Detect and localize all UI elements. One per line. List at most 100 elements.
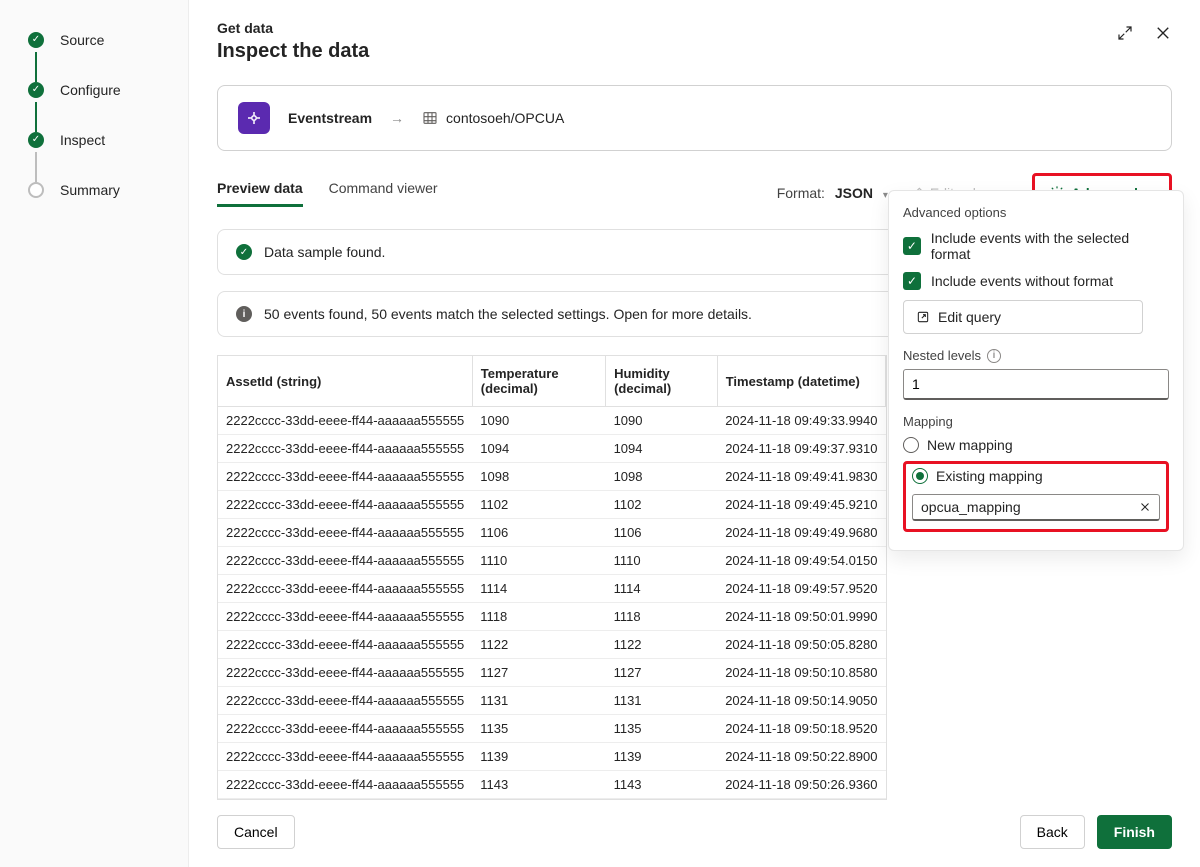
arrow-right-icon: → (390, 110, 404, 126)
column-header[interactable]: Temperature (decimal) (472, 356, 605, 407)
radio-label: New mapping (927, 437, 1013, 453)
table-cell: 1094 (472, 435, 605, 463)
tab-preview-data[interactable]: Preview data (217, 180, 303, 207)
step-label: Configure (60, 82, 121, 98)
target-name: contosoeh/OPCUA (422, 110, 564, 126)
details-text: 50 events found, 50 events match the sel… (264, 306, 752, 322)
finish-button[interactable]: Finish (1097, 815, 1172, 849)
column-header[interactable]: Humidity (decimal) (606, 356, 718, 407)
checkbox-checked-icon: ✓ (903, 237, 921, 255)
table-row[interactable]: 2222cccc-33dd-eeee-ff44-aaaaaa5555551118… (218, 603, 886, 631)
format-selector[interactable]: Format: JSON ▾ (777, 185, 888, 201)
tab-command-viewer[interactable]: Command viewer (329, 180, 438, 207)
data-table: AssetId (string)Temperature (decimal)Hum… (217, 355, 887, 800)
table-cell: 2024-11-18 09:49:37.9310 (717, 435, 885, 463)
step-source[interactable]: ✓ Source (28, 32, 176, 48)
advanced-panel: Advanced options ✓ Include events with t… (888, 190, 1184, 551)
table-cell: 2024-11-18 09:49:45.9210 (717, 491, 885, 519)
table-row[interactable]: 2222cccc-33dd-eeee-ff44-aaaaaa5555551122… (218, 631, 886, 659)
table-cell: 2024-11-18 09:50:14.9050 (717, 687, 885, 715)
status-text: Data sample found. (264, 244, 385, 260)
table-cell: 2024-11-18 09:50:05.8280 (717, 631, 885, 659)
table-cell: 2222cccc-33dd-eeee-ff44-aaaaaa555555 (218, 491, 472, 519)
table-cell: 2024-11-18 09:50:10.8580 (717, 659, 885, 687)
circle-icon (28, 182, 44, 198)
table-row[interactable]: 2222cccc-33dd-eeee-ff44-aaaaaa5555551102… (218, 491, 886, 519)
nested-levels-input[interactable] (903, 369, 1169, 400)
main: Get data Inspect the data Eventstream → … (188, 0, 1200, 867)
edit-query-button[interactable]: Edit query (903, 300, 1143, 334)
table-cell: 2024-11-18 09:50:01.9990 (717, 603, 885, 631)
step-label: Inspect (60, 132, 105, 148)
radio-unselected-icon (903, 437, 919, 453)
close-icon[interactable] (1154, 24, 1172, 42)
table-cell: 2222cccc-33dd-eeee-ff44-aaaaaa555555 (218, 463, 472, 491)
table-cell: 1090 (472, 407, 605, 435)
table-cell: 2024-11-18 09:49:54.0150 (717, 547, 885, 575)
table-cell: 1114 (472, 575, 605, 603)
advanced-options-heading: Advanced options (903, 205, 1169, 220)
table-row[interactable]: 2222cccc-33dd-eeee-ff44-aaaaaa5555551114… (218, 575, 886, 603)
clear-icon[interactable] (1139, 501, 1151, 513)
format-label: Format: (777, 185, 825, 201)
table-cell: 2222cccc-33dd-eeee-ff44-aaaaaa555555 (218, 659, 472, 687)
edit-query-label: Edit query (938, 309, 1001, 325)
sidebar: ✓ Source ✓ Configure ✓ Inspect Summary (0, 0, 188, 867)
cancel-button[interactable]: Cancel (217, 815, 295, 849)
table-cell: 2024-11-18 09:50:22.8900 (717, 743, 885, 771)
step-summary[interactable]: Summary (28, 182, 176, 198)
table-row[interactable]: 2222cccc-33dd-eeee-ff44-aaaaaa555555 1139… (218, 743, 886, 771)
expand-icon[interactable] (1116, 24, 1134, 42)
table-cell: 2222cccc-33dd-eeee-ff44-aaaaaa555555 (218, 743, 472, 771)
column-header[interactable]: Timestamp (datetime) (717, 356, 885, 407)
mapping-name-input[interactable]: opcua_mapping (912, 494, 1160, 521)
table-row[interactable]: 2222cccc-33dd-eeee-ff44-aaaaaa5555551131… (218, 687, 886, 715)
table-cell: 1122 (606, 631, 718, 659)
step-configure[interactable]: ✓ Configure (28, 82, 176, 98)
back-button[interactable]: Back (1020, 815, 1085, 849)
mapping-name-value: opcua_mapping (921, 499, 1021, 515)
check-icon: ✓ (28, 82, 44, 98)
table-cell: 1131 (606, 687, 718, 715)
source-card: Eventstream → contosoeh/OPCUA (217, 85, 1172, 151)
table-cell: 1127 (606, 659, 718, 687)
eventstream-icon (238, 102, 270, 134)
table-cell: 2024-11-18 09:49:41.9830 (717, 463, 885, 491)
open-external-icon (916, 310, 930, 324)
column-header[interactable]: AssetId (string) (218, 356, 472, 407)
step-label: Summary (60, 182, 120, 198)
step-inspect[interactable]: ✓ Inspect (28, 132, 176, 148)
table-cell: 2222cccc-33dd-eeee-ff44-aaaaaa555555 (218, 519, 472, 547)
table-row[interactable]: 2222cccc-33dd-eeee-ff44-aaaaaa5555551094… (218, 435, 886, 463)
table-cell: 1110 (606, 547, 718, 575)
table-cell: 2222cccc-33dd-eeee-ff44-aaaaaa555555 (218, 603, 472, 631)
table-row[interactable]: 2222cccc-33dd-eeee-ff44-aaaaaa5555551135… (218, 715, 886, 743)
table-row[interactable]: 2222cccc-33dd-eeee-ff44-aaaaaa5555551143… (218, 771, 886, 799)
table-cell: 1127 (472, 659, 605, 687)
table-cell: 1102 (472, 491, 605, 519)
page-title: Inspect the data (217, 40, 369, 63)
table-cell: 2024-11-18 09:49:49.9680 (717, 519, 885, 547)
radio-new-mapping[interactable]: New mapping (903, 437, 1169, 453)
table-row[interactable]: 2222cccc-33dd-eeee-ff44-aaaaaa5555551127… (218, 659, 886, 687)
table-cell: 1098 (606, 463, 718, 491)
table-row[interactable]: 2222cccc-33dd-eeee-ff44-aaaaaa5555551090… (218, 407, 886, 435)
table-cell: 1122 (472, 631, 605, 659)
table-row[interactable]: 2222cccc-33dd-eeee-ff44-aaaaaa5555551110… (218, 547, 886, 575)
check-icon: ✓ (28, 132, 44, 148)
table-row[interactable]: 2222cccc-33dd-eeee-ff44-aaaaaa5555551106… (218, 519, 886, 547)
check-circle-icon: ✓ (236, 244, 252, 260)
radio-existing-mapping[interactable]: Existing mapping (912, 468, 1160, 484)
checkbox-include-with-format[interactable]: ✓ Include events with the selected forma… (903, 230, 1169, 262)
table-cell: 2024-11-18 09:49:33.9940 (717, 407, 885, 435)
info-icon[interactable]: i (987, 349, 1001, 363)
table-cell: 2222cccc-33dd-eeee-ff44-aaaaaa555555 (218, 771, 472, 799)
table-row[interactable]: 2222cccc-33dd-eeee-ff44-aaaaaa555555 1098… (218, 463, 886, 491)
table-cell: 1139 (606, 743, 718, 771)
nested-levels-label: Nested levels (903, 348, 981, 363)
table-cell: 2024-11-18 09:50:18.9520 (717, 715, 885, 743)
table-cell: 1118 (472, 603, 605, 631)
checkbox-include-without-format[interactable]: ✓ Include events without format (903, 272, 1169, 290)
source-name: Eventstream (288, 110, 372, 126)
table-cell: 1090 (606, 407, 718, 435)
